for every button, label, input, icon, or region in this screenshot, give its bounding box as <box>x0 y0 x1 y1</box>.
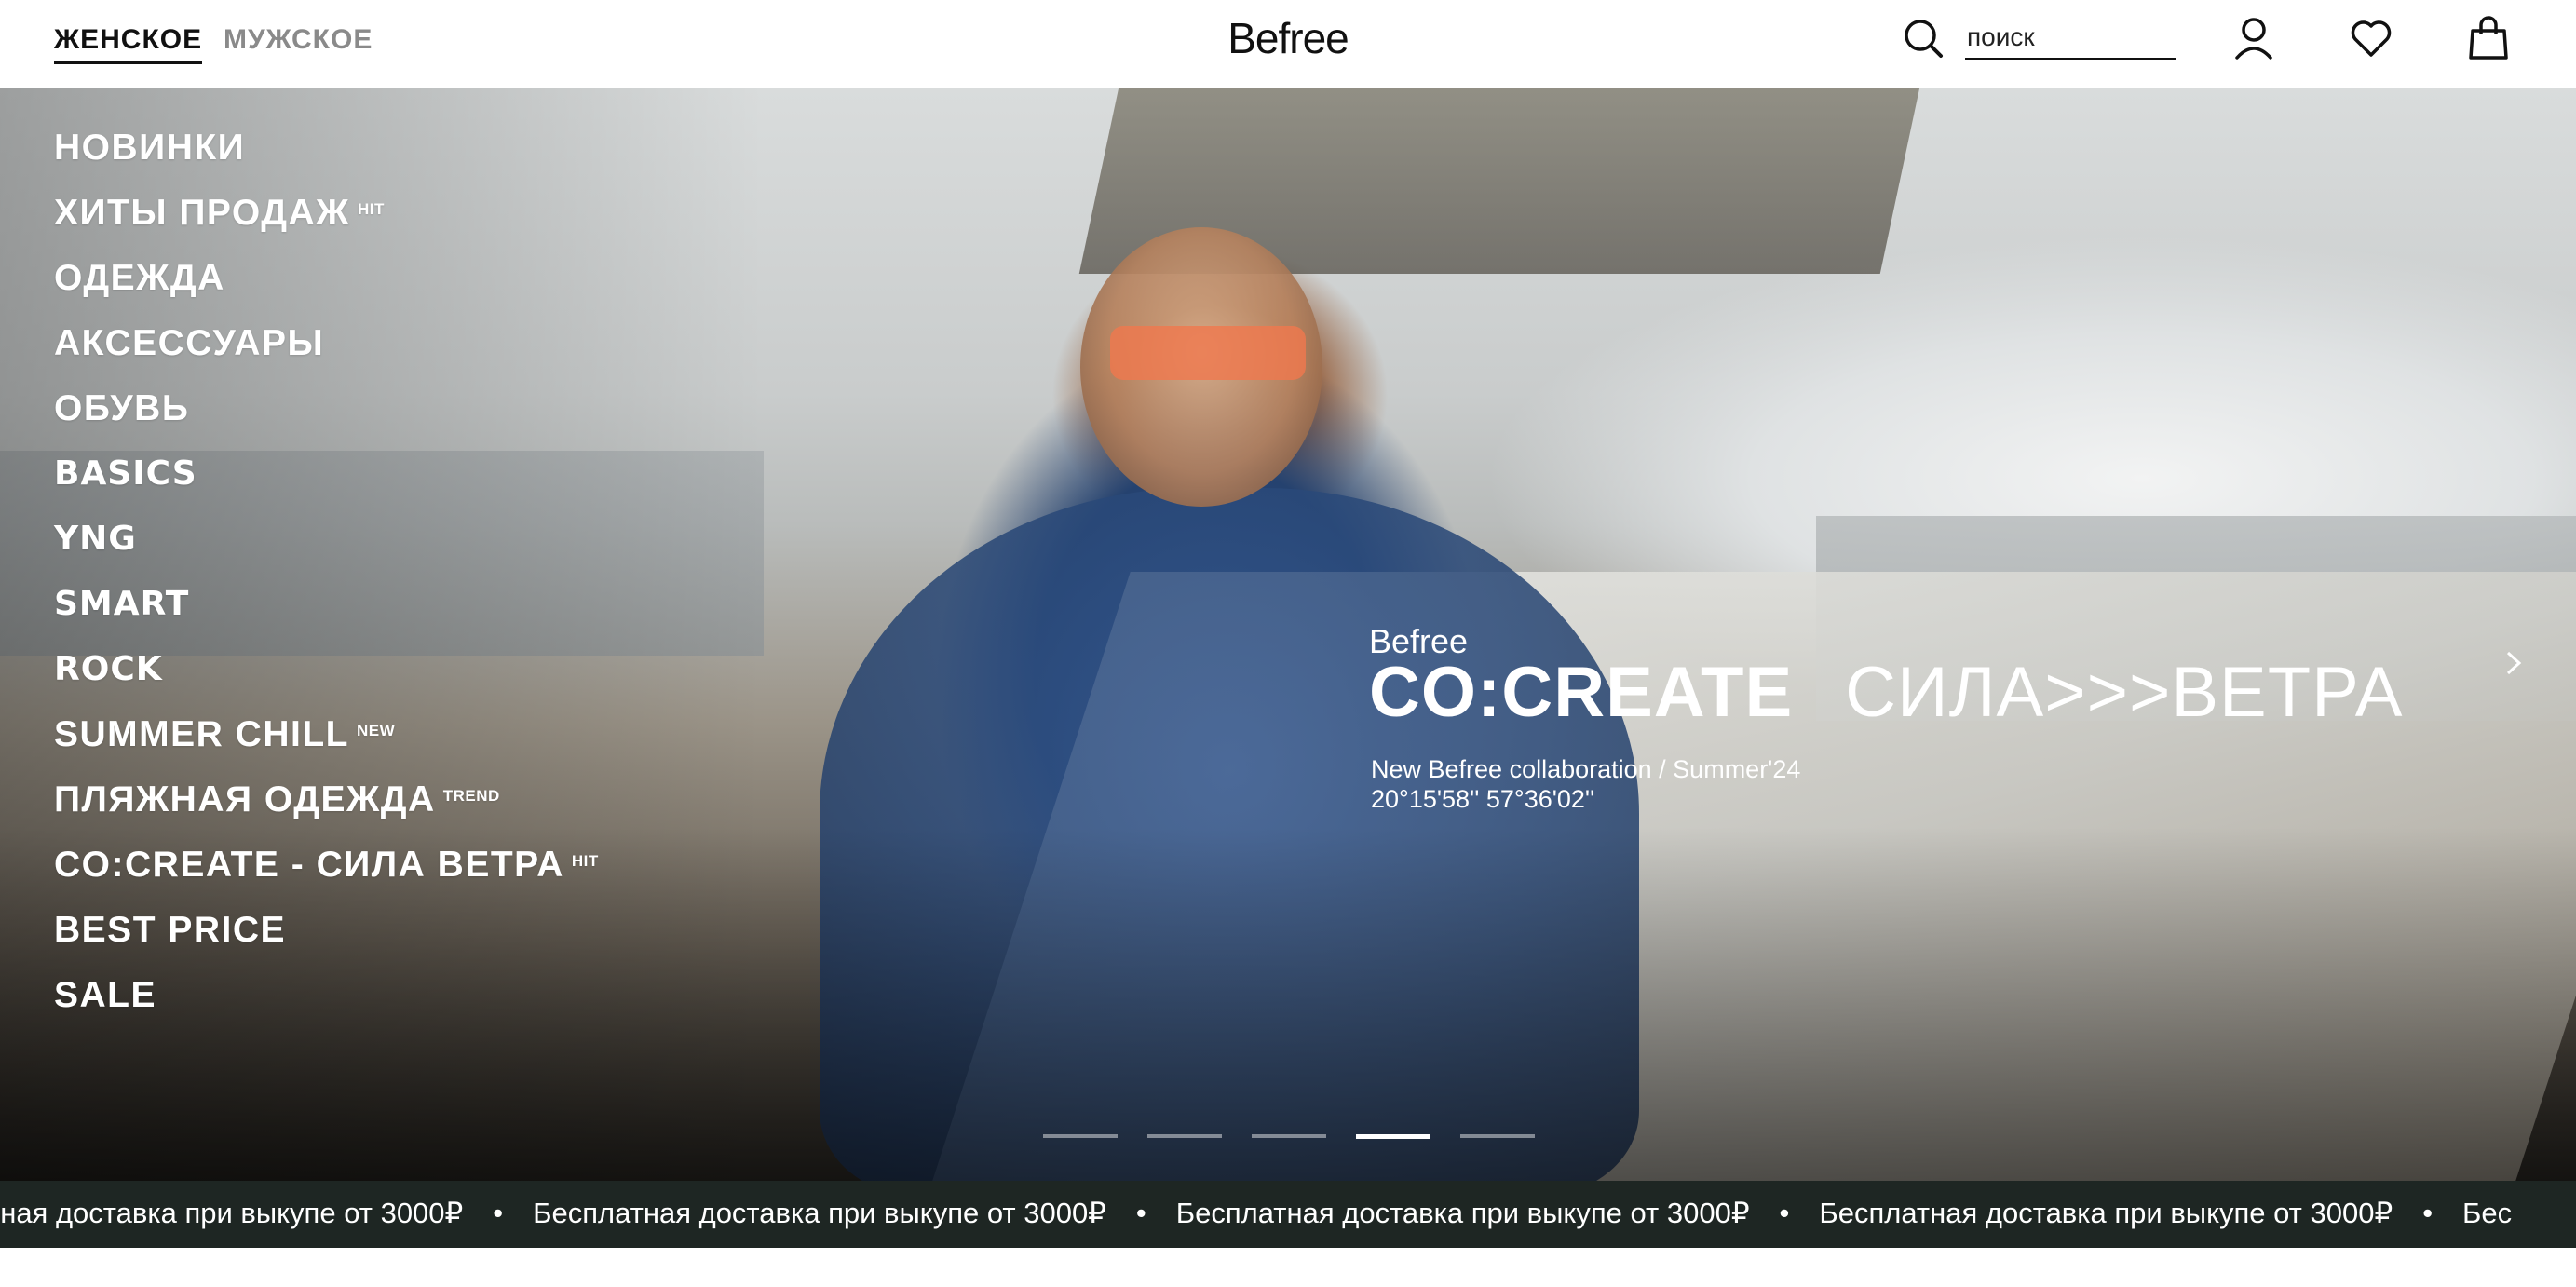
menu-item-summer-chill[interactable]: SUMMER CHILL NEW <box>54 702 599 767</box>
banner-title-bold: CO:CREATE <box>1369 653 1794 732</box>
menu-item-badge: HIT <box>571 852 599 870</box>
search-input[interactable] <box>1965 17 2176 60</box>
hero-photo-sunglasses <box>1110 326 1306 380</box>
menu-item-best-price[interactable]: BEST PRICE <box>54 898 599 963</box>
logo-wrapper: Befree <box>0 13 2576 63</box>
menu-item-badge: HIT <box>357 200 385 218</box>
menu-item-new[interactable]: НОВИНКИ <box>54 115 599 181</box>
ticker-text: Бес <box>2462 1197 2513 1229</box>
ticker-separator: • <box>493 1197 504 1229</box>
menu-item-label: BEST PRICE <box>54 910 287 950</box>
slider-dot-active[interactable] <box>1356 1134 1430 1139</box>
page-below-fold <box>0 1248 2576 1287</box>
ticker-text: Бесплатная доставка при выкупе от 3000₽ <box>1819 1197 2393 1229</box>
slider-dot[interactable] <box>1147 1134 1222 1138</box>
menu-item-cocreate[interactable]: CO:CREATE - СИЛА ВЕТРА HIT <box>54 833 599 898</box>
menu-item-clothing[interactable]: ОДЕЖДА <box>54 246 599 311</box>
banner-subtitle-line2: 20°15'58'' 57°36'02'' <box>1371 785 1595 813</box>
menu-item-label: SMART <box>54 585 190 623</box>
search-icon[interactable] <box>1902 17 1945 60</box>
menu-item-badge: TREND <box>442 787 500 805</box>
chevron-right-icon[interactable] <box>2500 644 2528 682</box>
ticker-text: тная доставка при выкупе от 3000₽ <box>0 1197 464 1229</box>
site-header: ЖЕНСКОЕ МУЖСКОЕ Befree <box>0 0 2576 88</box>
menu-item-badge: NEW <box>356 722 396 739</box>
banner-title[interactable]: CO:CREATE СИЛА>>>ВЕТРА <box>1369 652 2403 733</box>
menu-item-label: ПЛЯЖНАЯ ОДЕЖДА <box>54 779 436 820</box>
tab-women[interactable]: ЖЕНСКОЕ <box>54 24 203 64</box>
promo-ticker: тная доставка при выкупе от 3000₽ • Беспла… <box>0 1181 2576 1248</box>
menu-item-basics[interactable]: BASICS <box>54 441 599 507</box>
menu-item-smart[interactable]: SMART <box>54 572 599 637</box>
bag-icon[interactable] <box>2466 15 2511 61</box>
menu-item-accessories[interactable]: АКСЕССУАРЫ <box>54 311 599 376</box>
menu-item-bestsellers[interactable]: ХИТЫ ПРОДАЖ HIT <box>54 181 599 246</box>
ticker-text: Бесплатная доставка при выкупе от 3000₽ <box>1175 1197 1750 1229</box>
slider-dot[interactable] <box>1252 1134 1326 1138</box>
menu-item-beachwear[interactable]: ПЛЯЖНАЯ ОДЕЖДА TREND <box>54 767 599 833</box>
menu-item-shoes[interactable]: ОБУВЬ <box>54 376 599 441</box>
menu-item-label: НОВИНКИ <box>54 128 246 168</box>
menu-item-label: SUMMER CHILL <box>54 714 349 754</box>
tab-men[interactable]: МУЖСКОЕ <box>224 24 373 56</box>
menu-item-label: YNG <box>54 520 137 558</box>
slider-dot[interactable] <box>1043 1134 1118 1138</box>
menu-item-yng[interactable]: YNG <box>54 507 599 572</box>
menu-item-label: ROCK <box>54 650 163 688</box>
ticker-separator: • <box>1135 1197 1146 1229</box>
promo-ticker-track: тная доставка при выкупе от 3000₽ • Беспла… <box>0 1181 2512 1246</box>
slider-dot[interactable] <box>1460 1134 1535 1138</box>
menu-item-sale[interactable]: SALE <box>54 963 599 1028</box>
banner-subtitle: New Befree collaboration / Summer'24 20°… <box>1371 754 1800 814</box>
menu-item-label: ОДЕЖДА <box>54 258 225 298</box>
menu-item-label: АКСЕССУАРЫ <box>54 323 325 363</box>
user-icon[interactable] <box>2231 15 2276 61</box>
menu-item-label: BASICS <box>54 454 197 493</box>
menu-item-label: CO:CREATE - СИЛА ВЕТРА <box>54 845 564 885</box>
ticker-text: Бесплатная доставка при выкупе от 3000₽ <box>533 1197 1106 1229</box>
menu-item-label: SALE <box>54 975 157 1015</box>
menu-item-label: ОБУВЬ <box>54 388 190 428</box>
heart-icon[interactable] <box>2349 15 2393 61</box>
ticker-separator: • <box>1779 1197 1790 1229</box>
category-menu: НОВИНКИ ХИТЫ ПРОДАЖ HIT ОДЕЖДА АКСЕССУАРЫ… <box>54 115 599 1028</box>
menu-item-label: ХИТЫ ПРОДАЖ <box>54 193 350 233</box>
menu-item-rock[interactable]: ROCK <box>54 637 599 702</box>
ticker-separator: • <box>2422 1197 2434 1229</box>
banner-subtitle-line1: New Befree collaboration / Summer'24 <box>1371 755 1801 783</box>
logo[interactable]: Befree <box>1227 14 1349 62</box>
banner-title-light: СИЛА>>>ВЕТРА <box>1845 653 2404 732</box>
